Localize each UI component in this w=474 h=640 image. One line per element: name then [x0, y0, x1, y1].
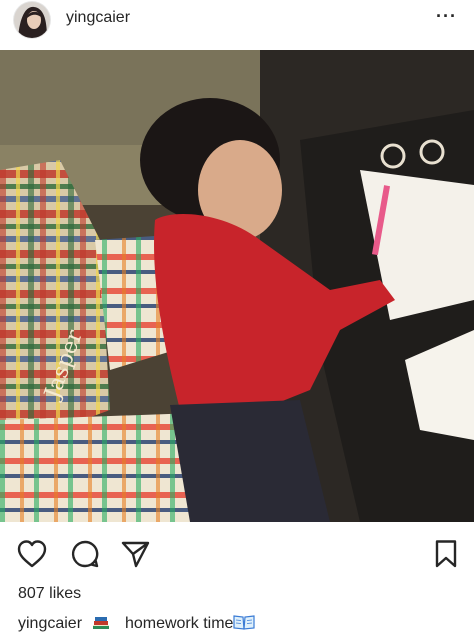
caption: yingcaier homework time — [18, 614, 256, 635]
post-photo[interactable]: Jasper — [0, 50, 474, 522]
post-header: yingcaier ··· — [0, 0, 474, 38]
more-options-icon[interactable]: ··· — [436, 6, 457, 27]
likes-count[interactable]: 807 likes — [18, 585, 81, 603]
share-icon[interactable] — [120, 539, 150, 574]
open-book-emoji-icon — [233, 614, 256, 635]
caption-username[interactable]: yingcaier — [18, 615, 82, 632]
caption-text: homework time — [124, 615, 234, 632]
bookmark-icon[interactable] — [434, 539, 458, 574]
books-emoji-icon — [92, 614, 110, 635]
comment-icon[interactable] — [70, 539, 100, 574]
heart-icon[interactable] — [16, 539, 48, 574]
action-bar — [0, 533, 474, 573]
username[interactable]: yingcaier — [66, 9, 130, 27]
avatar[interactable] — [14, 2, 50, 38]
